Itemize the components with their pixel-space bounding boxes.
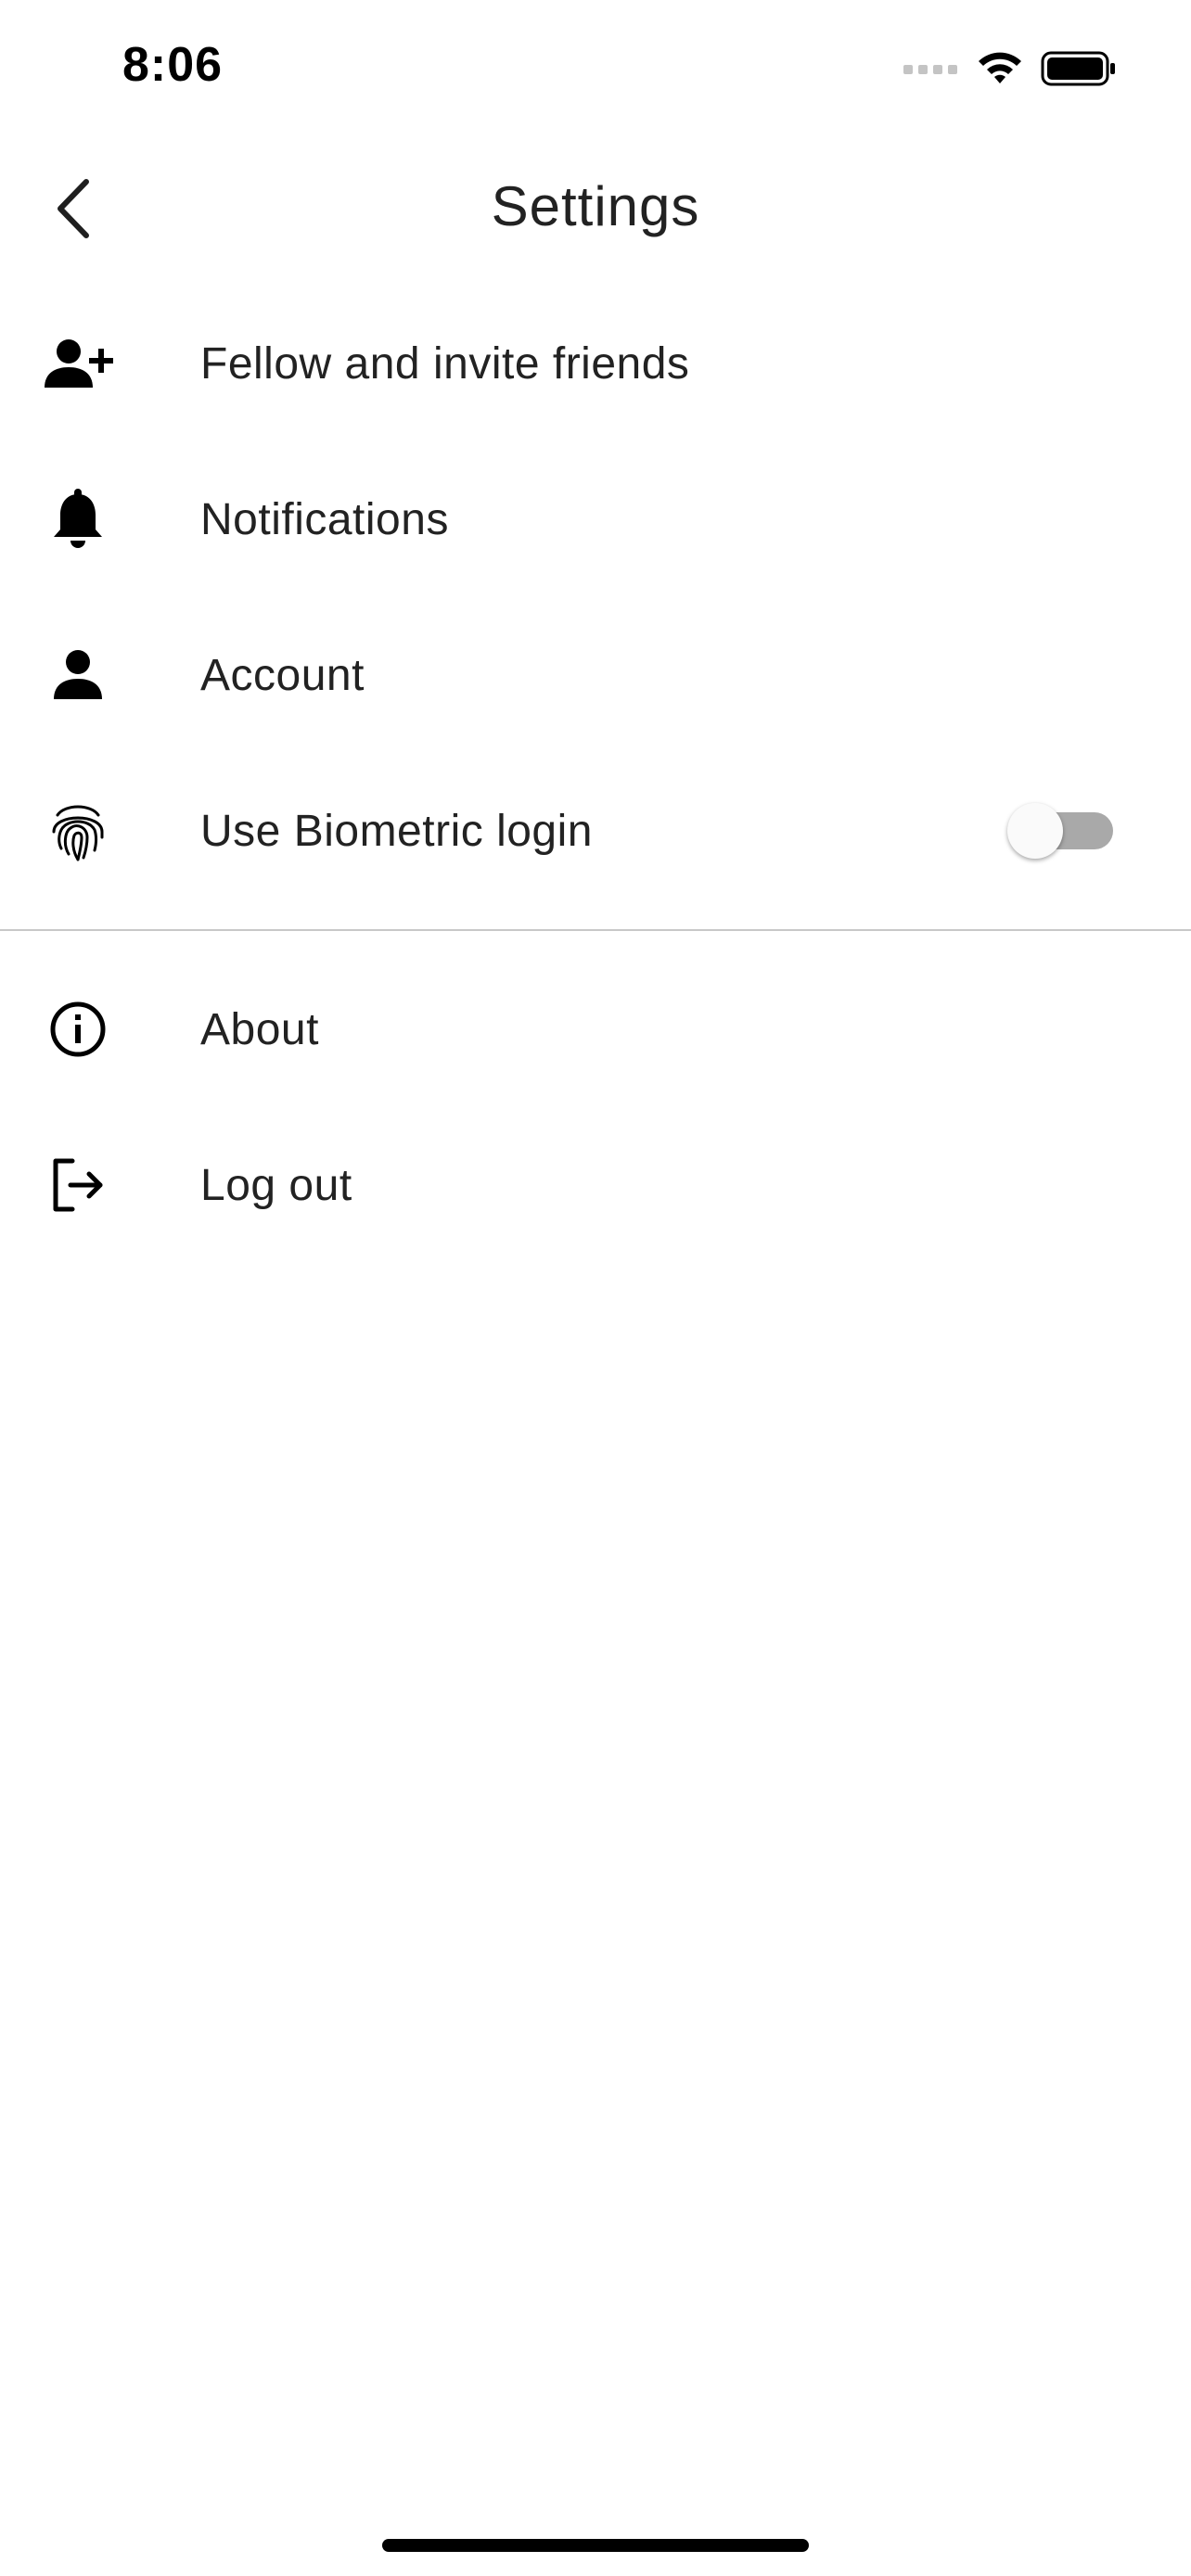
add-person-icon xyxy=(43,328,113,399)
menu-item-label: About xyxy=(200,1004,319,1054)
home-indicator[interactable] xyxy=(382,2539,809,2552)
menu-item-invite-friends[interactable]: Fellow and invite friends xyxy=(0,286,1191,441)
fingerprint-icon xyxy=(43,796,113,866)
status-time: 8:06 xyxy=(122,38,224,92)
wifi-icon xyxy=(979,52,1021,83)
section-divider xyxy=(0,929,1191,931)
menu-item-label: Use Biometric login xyxy=(200,806,593,856)
battery-icon xyxy=(1041,51,1115,86)
menu-item-label: Notifications xyxy=(200,494,449,544)
settings-menu: Fellow and invite friends Notifications … xyxy=(0,286,1191,1263)
top-bar: Settings xyxy=(0,158,1191,260)
cellular-signal-icon xyxy=(903,65,957,74)
logout-icon xyxy=(43,1150,113,1220)
menu-item-account[interactable]: Account xyxy=(0,597,1191,753)
menu-item-about[interactable]: About xyxy=(0,951,1191,1107)
menu-item-notifications[interactable]: Notifications xyxy=(0,441,1191,597)
menu-item-log-out[interactable]: Log out xyxy=(0,1107,1191,1263)
status-icons xyxy=(903,48,1117,89)
menu-item-label: Account xyxy=(200,650,365,700)
info-icon xyxy=(43,994,113,1065)
menu-item-biometric-login[interactable]: Use Biometric login xyxy=(0,753,1191,909)
toggle-thumb xyxy=(1007,803,1063,859)
page-title: Settings xyxy=(491,175,700,237)
person-icon xyxy=(43,640,113,710)
biometric-login-toggle[interactable] xyxy=(1007,803,1113,859)
menu-item-label: Log out xyxy=(200,1160,352,1210)
bell-icon xyxy=(43,484,113,555)
menu-item-label: Fellow and invite friends xyxy=(200,338,690,389)
status-bar: 8:06 xyxy=(0,0,1191,139)
